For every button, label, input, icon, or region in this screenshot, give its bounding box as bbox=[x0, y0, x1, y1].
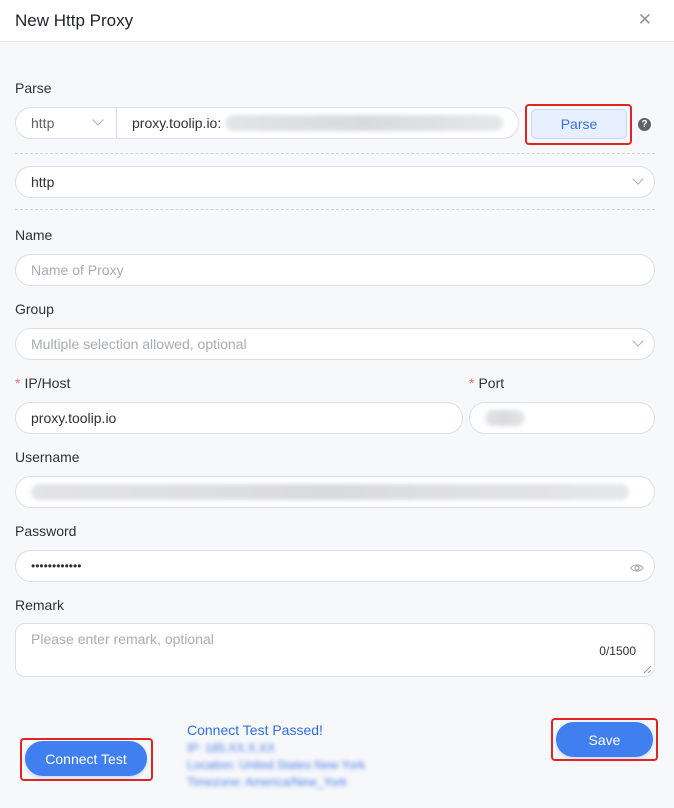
name-input[interactable]: Name of Proxy bbox=[15, 254, 655, 286]
host-label-text: IP/Host bbox=[24, 375, 71, 391]
username-input[interactable] bbox=[15, 476, 655, 508]
password-value: •••••••••••• bbox=[31, 559, 82, 573]
required-mark: * bbox=[15, 375, 21, 391]
close-icon[interactable]: ✕ bbox=[638, 11, 652, 28]
username-label: Username bbox=[15, 449, 80, 465]
parse-protocol-select[interactable]: http bbox=[15, 107, 117, 139]
status-timezone: Timezone: America/New_York bbox=[187, 775, 347, 789]
required-mark: * bbox=[469, 375, 475, 391]
group-select[interactable]: Multiple selection allowed, optional bbox=[15, 328, 655, 360]
parse-protocol-value: http bbox=[31, 115, 55, 131]
remark-textarea[interactable]: Please enter remark, optional 0/1500 bbox=[15, 623, 655, 677]
chevron-down-icon bbox=[92, 114, 104, 126]
chevron-down-icon bbox=[632, 335, 644, 347]
protocol-select-value: http bbox=[31, 174, 55, 190]
group-label: Group bbox=[15, 301, 54, 317]
resize-handle-icon[interactable] bbox=[644, 666, 651, 673]
help-icon[interactable]: ? bbox=[638, 118, 651, 131]
connect-status: Connect Test Passed! IP: 185.XX.X.XX Loc… bbox=[187, 722, 365, 789]
host-input[interactable]: proxy.toolip.io bbox=[15, 402, 463, 434]
status-ip: IP: 185.XX.X.XX bbox=[187, 741, 276, 755]
remark-counter: 0/1500 bbox=[599, 644, 636, 658]
divider bbox=[15, 153, 655, 154]
name-label: Name bbox=[15, 227, 53, 243]
port-redacted bbox=[485, 410, 525, 426]
status-location: Location: United States New York bbox=[187, 758, 366, 772]
connect-status-title: Connect Test Passed! bbox=[187, 722, 323, 738]
port-label: * Port bbox=[469, 375, 504, 391]
group-placeholder: Multiple selection allowed, optional bbox=[31, 336, 247, 352]
remark-placeholder: Please enter remark, optional bbox=[31, 631, 214, 647]
port-input[interactable] bbox=[469, 402, 655, 434]
dialog-header: New Http Proxy bbox=[0, 0, 674, 42]
parse-input-value: proxy.toolip.io: bbox=[132, 115, 222, 131]
name-placeholder: Name of Proxy bbox=[31, 262, 124, 278]
eye-icon[interactable] bbox=[630, 561, 644, 577]
host-label: * IP/Host bbox=[15, 375, 70, 391]
save-highlight bbox=[551, 718, 658, 761]
remark-label: Remark bbox=[15, 597, 65, 613]
parse-button-highlight bbox=[525, 104, 632, 145]
parse-label: Parse bbox=[15, 80, 52, 96]
connect-test-highlight bbox=[20, 738, 153, 781]
chevron-down-icon bbox=[632, 173, 644, 185]
password-label: Password bbox=[15, 523, 77, 539]
port-label-text: Port bbox=[478, 375, 505, 391]
new-proxy-dialog: New Http Proxy ✕ Parse http proxy.toolip… bbox=[0, 0, 674, 808]
protocol-select[interactable]: http bbox=[15, 166, 655, 198]
host-value: proxy.toolip.io bbox=[31, 410, 117, 426]
password-input[interactable]: •••••••••••• bbox=[15, 550, 655, 582]
dialog-title: New Http Proxy bbox=[15, 10, 134, 30]
parse-input[interactable]: proxy.toolip.io: bbox=[116, 107, 519, 139]
username-redacted bbox=[31, 484, 629, 500]
parse-input-redacted bbox=[225, 115, 503, 131]
divider bbox=[15, 209, 655, 210]
dialog-body: Parse http proxy.toolip.io: Parse ? http… bbox=[0, 43, 674, 808]
